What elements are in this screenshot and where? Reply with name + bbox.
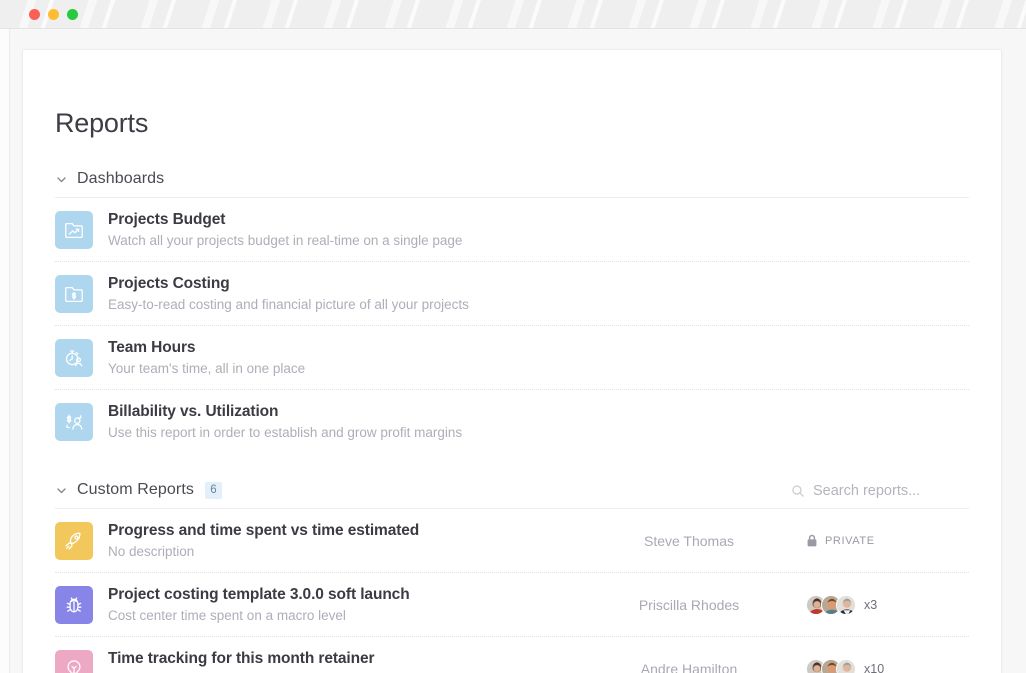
section-title-custom-reports: Custom Reports bbox=[77, 481, 194, 499]
dashboard-description: Your team's time, all in one place bbox=[108, 359, 969, 378]
custom-report-title: Time tracking for this month retainer bbox=[108, 649, 584, 668]
custom-reports-count-badge: 6 bbox=[205, 482, 222, 499]
minimize-window-button[interactable] bbox=[48, 9, 59, 20]
section-title-dashboards: Dashboards bbox=[77, 170, 164, 188]
folder-dollar-icon bbox=[55, 275, 93, 313]
custom-report-description: No description bbox=[108, 542, 584, 561]
dollar-person-icon bbox=[55, 403, 93, 441]
dashboard-title: Projects Budget bbox=[108, 210, 969, 229]
chevron-down-icon[interactable] bbox=[55, 173, 68, 186]
stopwatch-person-icon bbox=[55, 339, 93, 377]
dashboard-description: Use this report in order to establish an… bbox=[108, 423, 969, 442]
shared-with-avatars[interactable]: x10 bbox=[806, 659, 884, 673]
window-titlebar bbox=[0, 0, 1026, 29]
custom-report-title: Progress and time spent vs time estimate… bbox=[108, 521, 584, 540]
dashboard-row-text: Projects Budget Watch all your projects … bbox=[108, 210, 969, 250]
custom-report-meta: x3 bbox=[794, 595, 969, 615]
search-icon bbox=[791, 484, 805, 498]
custom-report-row-text: Progress and time spent vs time estimate… bbox=[108, 521, 584, 561]
lock-icon bbox=[806, 534, 818, 547]
section-header-custom-reports[interactable]: Custom Reports 6 bbox=[55, 454, 969, 509]
custom-report-description: Cost center time spent on a macro level bbox=[108, 606, 584, 625]
page-title: Reports bbox=[23, 50, 1001, 143]
rocket-icon bbox=[55, 522, 93, 560]
avatar[interactable] bbox=[836, 595, 856, 615]
dashboards-list: Projects Budget Watch all your projects … bbox=[23, 198, 1001, 454]
dashboard-row[interactable]: Projects Costing Easy-to-read costing an… bbox=[55, 262, 969, 326]
avatar[interactable] bbox=[836, 659, 856, 673]
dashboard-title: Billability vs. Utilization bbox=[108, 402, 969, 421]
lightbulb-icon bbox=[55, 650, 93, 673]
bug-icon bbox=[55, 586, 93, 624]
custom-report-row-text: Time tracking for this month retainer Re… bbox=[108, 649, 584, 673]
dashboard-row[interactable]: Projects Budget Watch all your projects … bbox=[55, 198, 969, 262]
custom-report-row-text: Project costing template 3.0.0 soft laun… bbox=[108, 585, 584, 625]
traffic-light-controls bbox=[29, 9, 78, 20]
custom-report-title: Project costing template 3.0.0 soft laun… bbox=[108, 585, 584, 604]
dashboard-row[interactable]: Billability vs. Utilization Use this rep… bbox=[55, 390, 969, 454]
avatar-overflow-count: x3 bbox=[864, 598, 877, 612]
zoom-window-button[interactable] bbox=[67, 9, 78, 20]
custom-report-owner: Steve Thomas bbox=[584, 533, 794, 549]
chevron-down-icon[interactable] bbox=[55, 484, 68, 497]
dashboard-row-text: Projects Costing Easy-to-read costing an… bbox=[108, 274, 969, 314]
status-badge: PRIVATE bbox=[806, 534, 875, 547]
search-input[interactable] bbox=[813, 483, 963, 499]
dashboard-row-text: Billability vs. Utilization Use this rep… bbox=[108, 402, 969, 442]
dashboard-title: Team Hours bbox=[108, 338, 969, 357]
dashboard-title: Projects Costing bbox=[108, 274, 969, 293]
custom-report-row[interactable]: Progress and time spent vs time estimate… bbox=[55, 509, 969, 573]
custom-report-row[interactable]: Project costing template 3.0.0 soft laun… bbox=[55, 573, 969, 637]
visibility-label: PRIVATE bbox=[825, 535, 875, 547]
shared-with-avatars[interactable]: x3 bbox=[806, 595, 877, 615]
custom-reports-list: Progress and time spent vs time estimate… bbox=[23, 509, 1001, 673]
left-rail bbox=[0, 29, 10, 673]
dashboard-description: Watch all your projects budget in real-t… bbox=[108, 231, 969, 250]
custom-report-owner: Priscilla Rhodes bbox=[584, 597, 794, 613]
custom-report-meta: PRIVATE bbox=[794, 534, 969, 547]
page-background: Reports Dashboards bbox=[0, 29, 1026, 673]
dashboard-row-text: Team Hours Your team's time, all in one … bbox=[108, 338, 969, 378]
close-window-button[interactable] bbox=[29, 9, 40, 20]
section-header-dashboards[interactable]: Dashboards bbox=[55, 143, 969, 198]
dashboard-row[interactable]: Team Hours Your team's time, all in one … bbox=[55, 326, 969, 390]
custom-report-row[interactable]: Time tracking for this month retainer Re… bbox=[55, 637, 969, 673]
dashboard-description: Easy-to-read costing and financial pictu… bbox=[108, 295, 969, 314]
avatar-overflow-count: x10 bbox=[864, 662, 884, 673]
folder-chart-icon bbox=[55, 211, 93, 249]
custom-report-owner: Andre Hamilton bbox=[584, 661, 794, 673]
reports-card: Reports Dashboards bbox=[22, 49, 1002, 673]
app-window: Reports Dashboards bbox=[0, 0, 1026, 673]
search-reports-box[interactable] bbox=[791, 483, 969, 499]
custom-report-meta: x10 bbox=[794, 659, 969, 673]
